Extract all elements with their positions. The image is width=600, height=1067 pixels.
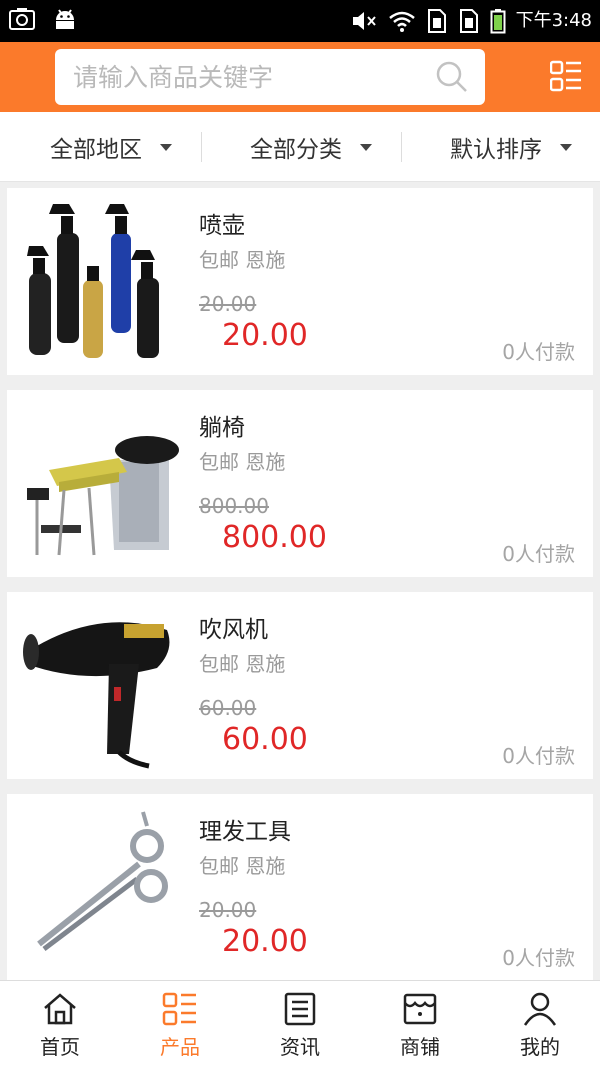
filter-region-label: 全部地区	[50, 137, 142, 163]
product-tag: 包邮 恩施	[199, 450, 286, 474]
sim-card-icon	[459, 9, 478, 33]
product-card[interactable]: 理发工具 包邮 恩施 20.00 20.00 0人付款	[7, 794, 593, 981]
nav-mine[interactable]: 我的	[480, 981, 600, 1067]
nav-news-label: 资讯	[280, 1035, 320, 1059]
nav-news[interactable]: 资讯	[240, 981, 360, 1067]
caret-down-icon	[360, 143, 372, 151]
product-tag: 包邮 恩施	[199, 652, 286, 676]
filter-bar: 全部地区 全部分类 默认排序	[0, 112, 600, 182]
android-icon	[56, 9, 74, 29]
product-tag: 包邮 恩施	[199, 854, 286, 878]
nav-shop-label: 商铺	[400, 1035, 440, 1059]
product-price: 20.00	[222, 924, 308, 959]
nav-home[interactable]: 首页	[0, 981, 120, 1067]
original-price: 800.00	[199, 494, 269, 518]
screenshot-icon	[9, 8, 35, 30]
product-price: 800.00	[222, 520, 327, 555]
original-price: 60.00	[199, 696, 257, 720]
clock: 下午3:48	[515, 10, 592, 31]
news-icon	[284, 992, 316, 1026]
filter-region[interactable]: 全部地区	[50, 112, 172, 182]
search-input[interactable]	[73, 49, 423, 105]
product-image-hair-dryer	[23, 622, 170, 769]
product-image-scissors	[37, 811, 168, 951]
original-price: 20.00	[199, 292, 257, 316]
product-name: 躺椅	[199, 415, 245, 441]
nav-mine-label: 我的	[520, 1035, 560, 1059]
product-name: 喷壶	[199, 213, 245, 239]
divider	[201, 132, 202, 162]
product-image-spray-bottles	[27, 204, 159, 358]
product-name: 理发工具	[199, 819, 291, 845]
bottom-nav: 首页 产品 资讯 商铺 我的	[0, 980, 600, 1067]
product-image-chair	[27, 436, 179, 556]
product-card[interactable]: 吹风机 包邮 恩施 60.00 60.00 0人付款	[7, 592, 593, 779]
filter-category[interactable]: 全部分类	[250, 112, 372, 182]
original-price: 20.00	[199, 898, 257, 922]
mute-icon	[352, 12, 376, 30]
product-price: 20.00	[222, 318, 308, 353]
nav-shop[interactable]: 商铺	[360, 981, 480, 1067]
filter-sort-label: 默认排序	[450, 137, 542, 163]
product-card[interactable]: 躺椅 包邮 恩施 800.00 800.00 0人付款	[7, 390, 593, 577]
sold-count: 0人付款	[502, 542, 575, 566]
home-icon	[44, 993, 76, 1025]
sold-count: 0人付款	[502, 946, 575, 970]
nav-products[interactable]: 产品	[120, 981, 240, 1067]
search-icon[interactable]	[435, 60, 469, 94]
divider	[401, 132, 402, 162]
product-tag: 包邮 恩施	[199, 248, 286, 272]
header	[0, 42, 600, 112]
menu-icon[interactable]	[550, 60, 582, 92]
product-name: 吹风机	[199, 617, 268, 643]
search-box[interactable]	[55, 49, 485, 105]
caret-down-icon	[160, 143, 172, 151]
sold-count: 0人付款	[502, 744, 575, 768]
product-card[interactable]: 喷壶 包邮 恩施 20.00 20.00 0人付款	[7, 188, 593, 375]
wifi-icon	[388, 11, 415, 32]
nav-products-label: 产品	[160, 1035, 200, 1059]
status-bar: 下午3:48	[0, 0, 600, 42]
shop-icon	[403, 993, 437, 1025]
nav-home-label: 首页	[40, 1035, 80, 1059]
sold-count: 0人付款	[502, 340, 575, 364]
product-price: 60.00	[222, 722, 308, 757]
sim-card-icon	[427, 9, 446, 33]
filter-category-label: 全部分类	[250, 137, 342, 163]
battery-icon	[490, 9, 506, 34]
caret-down-icon	[560, 143, 572, 151]
filter-sort[interactable]: 默认排序	[450, 112, 572, 182]
user-icon	[523, 992, 557, 1026]
products-icon	[162, 992, 196, 1026]
